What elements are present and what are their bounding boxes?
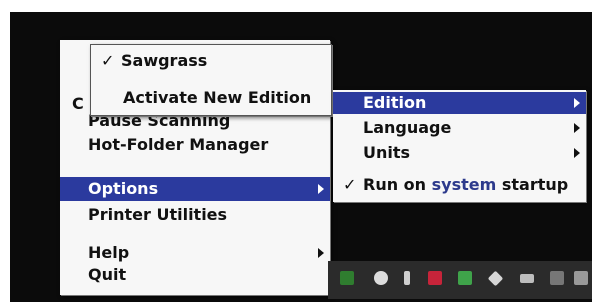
volume-icon[interactable]	[574, 271, 588, 285]
menu-item-printer-utilities[interactable]: Printer Utilities	[60, 204, 330, 226]
menu-item-run-on-startup[interactable]: ✓ Run on system startup	[333, 174, 586, 196]
help-label: Help	[88, 243, 130, 262]
printer-utilities-label: Printer Utilities	[88, 205, 228, 224]
edition-label: Edition	[363, 93, 427, 112]
menu-item-language[interactable]: Language	[333, 117, 586, 139]
battery-icon[interactable]	[520, 274, 534, 283]
chevron-right-icon	[574, 98, 580, 108]
chevron-right-icon	[318, 184, 324, 194]
menu-item-activate-new-edition[interactable]: Activate New Edition	[91, 87, 331, 109]
chevron-right-icon	[574, 148, 580, 158]
menu-item-help[interactable]: Help	[60, 242, 330, 264]
menu-item-units[interactable]: Units	[333, 142, 586, 164]
monitor-icon[interactable]	[340, 271, 354, 285]
nvidia-icon[interactable]	[458, 271, 472, 285]
units-label: Units	[363, 143, 411, 162]
bluetooth-icon[interactable]	[404, 271, 410, 285]
checkmark-icon: ✓	[101, 51, 115, 70]
chevron-right-icon	[318, 248, 324, 258]
options-submenu: Edition Language Units ✓ Run on system s…	[333, 90, 586, 202]
edition-submenu: ✓ Sawgrass Activate New Edition	[90, 44, 332, 116]
chevron-right-icon	[574, 123, 580, 133]
app-icon[interactable]	[374, 271, 388, 285]
network-icon[interactable]	[550, 271, 564, 285]
dropbox-icon[interactable]	[487, 270, 504, 287]
run-on-startup-label: Run on system startup	[363, 175, 569, 194]
menu-item-hot-folder-manager[interactable]: Hot-Folder Manager	[60, 134, 330, 156]
system-tray	[328, 261, 592, 299]
language-label: Language	[363, 118, 452, 137]
quit-label: Quit	[88, 265, 127, 284]
menu-item-quit[interactable]: Quit	[60, 264, 330, 286]
options-label: Options	[88, 179, 159, 198]
shield-icon[interactable]	[428, 271, 442, 285]
checkmark-icon: ✓	[343, 175, 357, 194]
activate-new-edition-label: Activate New Edition	[123, 88, 312, 107]
hot-folder-manager-label: Hot-Folder Manager	[88, 135, 269, 154]
sawgrass-label: Sawgrass	[121, 51, 208, 70]
menu-item-sawgrass[interactable]: ✓ Sawgrass	[91, 50, 331, 72]
menu-item-options[interactable]: Options	[60, 177, 330, 201]
menu-item-edition[interactable]: Edition	[333, 92, 586, 114]
